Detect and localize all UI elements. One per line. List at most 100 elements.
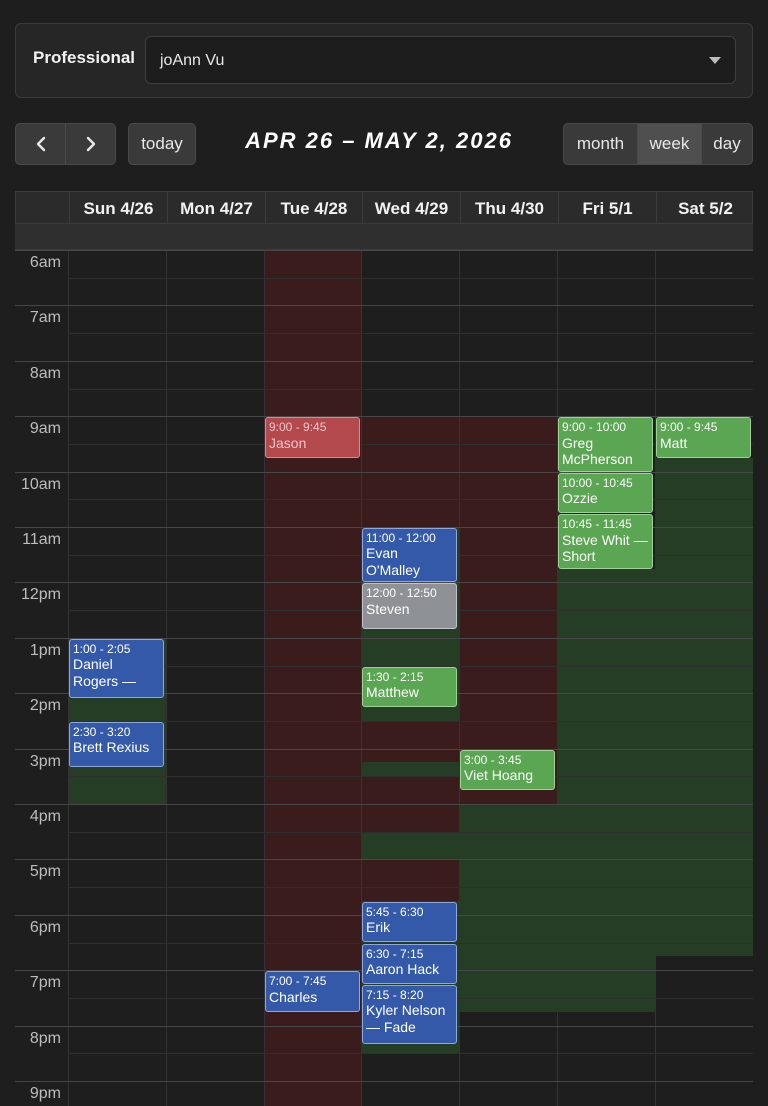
time-label: 6pm xyxy=(29,918,61,936)
calendar-event[interactable]: 9:00 - 9:45 Jason xyxy=(265,417,360,458)
calendar-event[interactable]: 3:00 - 3:45 Viet Hoang xyxy=(460,749,555,791)
event-title: Steve Whit — Short xyxy=(562,531,648,565)
day-header-wed[interactable]: Wed 4/29 xyxy=(362,192,460,225)
time-label: 12pm xyxy=(20,586,61,604)
professional-select[interactable]: joAnn Vu xyxy=(145,36,736,84)
event-title: Charles xyxy=(269,988,318,1005)
view-month-button[interactable]: month xyxy=(563,123,638,165)
time-label: 1pm xyxy=(29,641,61,659)
event-title: Aaron Hack xyxy=(366,960,440,977)
time-label: 9am xyxy=(29,420,61,438)
time-label: 8pm xyxy=(29,1029,61,1047)
day-header-row: Sun 4/26 Mon 4/27 Tue 4/28 Wed 4/29 Thu … xyxy=(15,191,753,225)
half-hour-line xyxy=(68,388,753,390)
event-title: Jason xyxy=(269,434,307,451)
all-day-row[interactable] xyxy=(15,224,753,250)
availability-block xyxy=(361,762,459,777)
event-title: Erik xyxy=(366,919,391,936)
week-calendar: Sun 4/26 Mon 4/27 Tue 4/28 Wed 4/29 Thu … xyxy=(15,191,753,1106)
availability-block xyxy=(557,568,655,1012)
day-header-sun[interactable]: Sun 4/26 xyxy=(69,192,167,225)
hour-line xyxy=(15,250,753,251)
event-time: 10:45 - 11:45 xyxy=(562,517,632,532)
hour-line xyxy=(15,360,753,362)
chevron-down-icon xyxy=(709,57,721,64)
time-label: 2pm xyxy=(29,697,61,715)
day-header-fri[interactable]: Fri 5/1 xyxy=(558,192,656,225)
chevron-left-icon xyxy=(36,136,45,152)
event-time: 7:00 - 7:45 xyxy=(269,974,327,989)
view-day-button[interactable]: day xyxy=(701,123,753,165)
event-title: Viet Hoang xyxy=(464,766,534,783)
calendar-event[interactable]: 7:00 - 7:45 Charles xyxy=(265,971,360,1012)
calendar-event[interactable]: 9:00 - 9:45 Matt xyxy=(656,417,751,458)
event-time: 9:00 - 9:45 xyxy=(269,420,327,435)
calendar-event[interactable]: 12:00 - 12:50 Steven xyxy=(362,583,457,629)
professional-panel: Professional joAnn Vu xyxy=(15,23,753,98)
availability-block xyxy=(459,804,557,1012)
calendar-event[interactable]: 10:00 - 10:45 Ozzie xyxy=(558,472,653,514)
day-column-divider xyxy=(557,250,558,1106)
time-label: 9pm xyxy=(29,1085,61,1102)
availability-block xyxy=(655,457,753,957)
event-title: Kyler Nelson — Fade xyxy=(366,1002,446,1036)
time-label: 7am xyxy=(29,309,61,327)
calendar-event[interactable]: 1:00 - 2:05 Daniel Rogers — xyxy=(69,638,164,698)
availability-block xyxy=(361,831,459,860)
time-label: 4pm xyxy=(29,808,61,825)
time-grid[interactable]: 6am 7am 8am 9am 10am 11am 12pm 1pm 2pm 3pm 4pm 5pm 6… xyxy=(15,250,753,1106)
calendar-event[interactable]: 10:45 - 11:45 Steve Whit — Short xyxy=(558,514,653,569)
event-time: 1:30 - 2:15 xyxy=(366,669,424,684)
event-time: 9:00 - 9:45 xyxy=(660,420,718,435)
calendar-event[interactable]: 7:15 - 8:20 Kyler Nelson — Fade xyxy=(362,985,457,1045)
day-column-divider xyxy=(655,250,656,1106)
event-title: Daniel Rogers — xyxy=(73,656,137,689)
calendar-event[interactable]: 2:30 - 3:20 Brett Rexius xyxy=(69,721,164,768)
event-title: Greg McPherson xyxy=(562,434,633,468)
next-week-button[interactable] xyxy=(65,123,116,165)
event-title: Matthew xyxy=(366,683,419,700)
time-label: 10am xyxy=(20,475,61,493)
event-time: 5:45 - 6:30 xyxy=(366,904,424,919)
event-time: 3:00 - 3:45 xyxy=(464,752,522,767)
half-hour-line xyxy=(68,720,753,722)
calendar-event[interactable]: 5:45 - 6:30 Erik xyxy=(362,901,457,943)
calendar-event[interactable]: 6:30 - 7:15 Aaron Hack xyxy=(362,943,457,985)
hour-line xyxy=(15,859,753,861)
event-time: 11:00 - 12:00 xyxy=(366,531,436,545)
view-week-button[interactable]: week xyxy=(637,123,702,165)
hour-line xyxy=(15,305,753,307)
time-label: 8am xyxy=(29,364,61,382)
half-hour-line xyxy=(68,776,753,778)
calendar-event[interactable]: 9:00 - 10:00 Greg McPherson xyxy=(558,417,653,472)
today-button[interactable]: today xyxy=(128,123,196,165)
calendar-event[interactable]: 1:30 - 2:15 Matthew xyxy=(362,666,457,708)
event-time: 9:00 - 10:00 xyxy=(562,420,627,435)
hour-line xyxy=(15,804,753,805)
event-time: 12:00 - 12:50 xyxy=(366,586,437,601)
day-header-sat[interactable]: Sat 5/2 xyxy=(656,192,753,225)
event-title: Matt xyxy=(660,434,688,451)
chevron-right-icon xyxy=(86,136,95,152)
half-hour-line xyxy=(68,277,753,279)
calendar-event[interactable]: 11:00 - 12:00 Evan O'Malley xyxy=(362,528,457,583)
time-label: 11am xyxy=(22,531,61,548)
event-time: 10:00 - 10:45 xyxy=(562,475,633,490)
time-label: 5pm xyxy=(29,863,61,881)
day-header-tue[interactable]: Tue 4/28 xyxy=(265,192,362,225)
day-header-mon[interactable]: Mon 4/27 xyxy=(167,192,265,225)
professional-label: Professional xyxy=(33,48,136,67)
event-time: 6:30 - 7:15 xyxy=(366,946,424,961)
event-title: Steven xyxy=(366,600,410,617)
day-column-divider xyxy=(459,250,460,1106)
half-hour-line xyxy=(68,333,753,335)
event-title: Brett Rexius xyxy=(73,739,150,756)
day-column-divider xyxy=(166,250,167,1106)
event-time: 2:30 - 3:20 xyxy=(73,724,131,739)
day-header-thu[interactable]: Thu 4/30 xyxy=(460,192,558,225)
half-hour-line xyxy=(68,1053,753,1055)
half-hour-line xyxy=(68,887,753,889)
prev-week-button[interactable] xyxy=(15,123,66,165)
event-title: Ozzie xyxy=(562,489,598,506)
time-label: 7pm xyxy=(29,974,61,992)
